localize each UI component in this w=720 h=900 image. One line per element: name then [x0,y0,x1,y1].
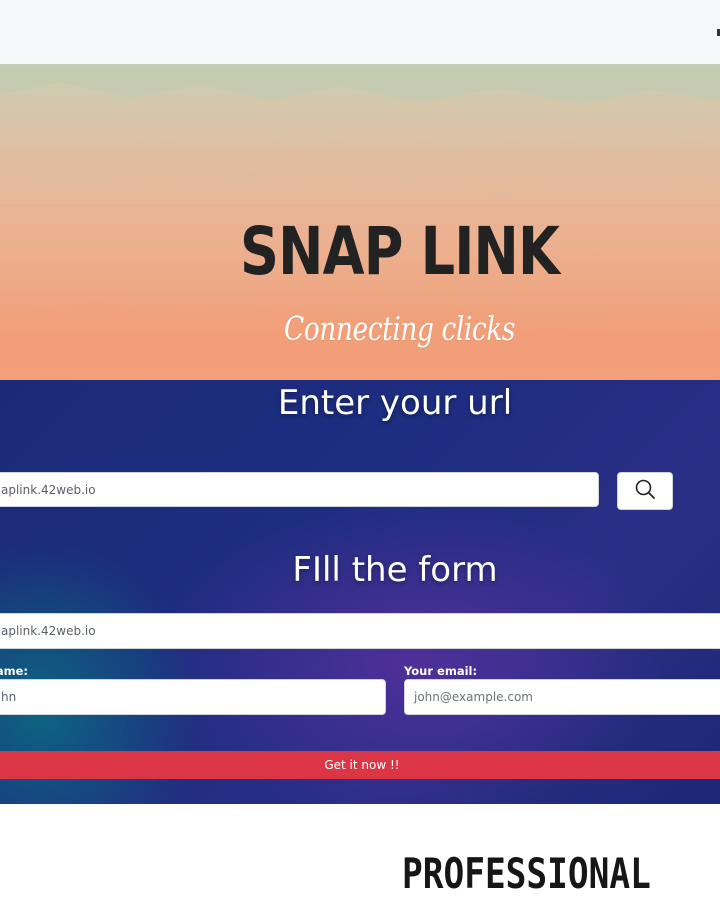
name-field[interactable]: hn [0,679,386,715]
url-input[interactable]: aplink.42web.io [0,472,599,507]
name-field-value: hn [1,690,17,704]
url-input-value: aplink.42web.io [1,482,96,497]
email-placeholder: john@example.com [414,690,533,704]
form-url-label: : [0,598,1,612]
main-panel: Enter your url aplink.42web.io FIll the … [0,380,720,804]
hero-banner: SNAP LINK Connecting clicks [0,64,720,380]
email-label: Your email: [404,664,478,678]
submit-button[interactable]: Get it now !! [0,751,720,779]
form-section-heading: FIll the form [292,550,498,590]
name-label: r name: [0,664,29,678]
url-section-heading: Enter your url [277,383,513,423]
form-url-value: aplink.42web.io [1,624,96,638]
search-button[interactable] [617,472,673,510]
submit-button-label: Get it now !! [324,758,400,772]
form-url-field[interactable]: aplink.42web.io [0,613,720,649]
search-icon [634,478,656,504]
brand-title: SNAP LINK [240,213,560,290]
top-navbar [0,0,720,64]
brand-tagline: Connecting clicks [284,309,516,348]
email-field[interactable]: john@example.com [404,679,720,715]
footer-banner: PROFESSIONAL U [402,852,673,896]
